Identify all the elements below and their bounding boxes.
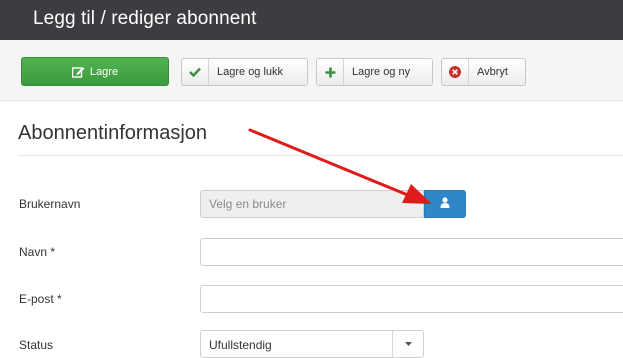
edit-icon — [71, 58, 85, 85]
user-icon — [440, 195, 450, 213]
save-button[interactable]: Lagre — [21, 57, 169, 86]
caret-down-icon — [392, 331, 423, 357]
cancel-circle-icon — [442, 59, 469, 85]
page-header: Legg til / rediger abonnent — [0, 0, 623, 40]
status-select[interactable]: Ufullstendig — [200, 330, 424, 358]
save-and-new-button[interactable]: Lagre og ny — [316, 58, 433, 86]
page-title: Legg til / rediger abonnent — [33, 8, 257, 29]
check-icon — [182, 59, 209, 85]
email-label: E-post * — [19, 292, 62, 306]
cancel-button[interactable]: Avbryt — [441, 58, 526, 86]
save-and-close-label: Lagre og lukk — [217, 66, 284, 78]
username-label: Brukernavn — [19, 197, 81, 211]
save-and-new-label: Lagre og ny — [352, 66, 411, 78]
select-user-button[interactable] — [424, 190, 466, 218]
cancel-label: Avbryt — [477, 66, 508, 78]
save-and-close-button[interactable]: Lagre og lukk — [181, 58, 308, 86]
email-field[interactable] — [200, 285, 623, 313]
username-placeholder: Velg en bruker — [209, 197, 287, 211]
status-label: Status — [19, 338, 54, 352]
name-label: Navn * — [19, 245, 56, 259]
save-button-label: Lagre — [89, 65, 119, 78]
status-value: Ufullstendig — [209, 338, 272, 352]
name-field[interactable] — [200, 238, 623, 266]
section-title: Abonnentinformasjon — [18, 122, 208, 144]
username-input[interactable]: Velg en bruker — [200, 190, 424, 218]
section-divider — [18, 155, 623, 156]
plus-icon — [317, 59, 344, 85]
